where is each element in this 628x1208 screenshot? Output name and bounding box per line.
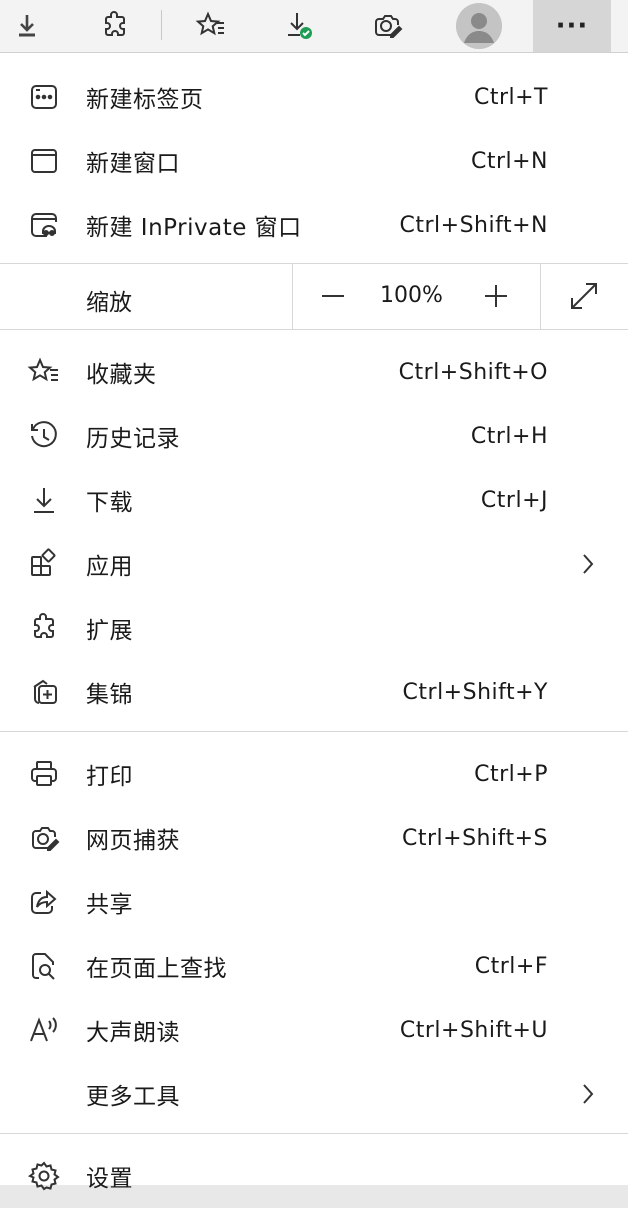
downloads-label: 下载 [86,490,133,516]
menu-item-apps[interactable]: 应用 [0,532,628,596]
fullscreen-button[interactable] [564,277,604,315]
plus-icon [485,285,507,307]
web-capture-label: 网页捕获 [86,828,180,854]
new-inprivate-shortcut: Ctrl+Shift+N [399,212,548,238]
history-label: 历史记录 [86,426,180,452]
more-options-button[interactable]: ··· [533,0,611,52]
find-shortcut: Ctrl+F [474,953,548,979]
read-aloud-shortcut: Ctrl+Shift+U [399,1017,548,1043]
menu-item-collections[interactable]: 集锦 Ctrl+Shift+Y [0,660,628,724]
gear-icon [24,1158,64,1194]
share-icon [24,884,64,920]
print-icon [24,756,64,792]
zoom-separator [292,263,293,329]
new-tab-label: 新建标签页 [86,87,204,113]
zoom-row: 缩放 100% [0,263,628,329]
extensions-icon[interactable] [92,4,138,46]
favorites-shortcut: Ctrl+Shift+O [398,359,548,385]
web-capture-icon[interactable] [364,4,410,46]
find-on-page-icon [24,948,64,984]
web-capture-icon [24,820,64,856]
chevron-right-icon [583,1084,594,1104]
settings-label: 设置 [86,1166,133,1192]
download-icon [24,482,64,518]
web-capture-shortcut: Ctrl+Shift+S [402,825,548,851]
extensions-icon [24,610,64,646]
menu-item-share[interactable]: 共享 [0,870,628,934]
menu-item-settings[interactable]: 设置 [0,1144,628,1208]
new-window-label: 新建窗口 [86,151,180,177]
menu-item-print[interactable]: 打印 Ctrl+P [0,742,628,806]
menu-item-read-aloud[interactable]: 大声朗读 Ctrl+Shift+U [0,998,628,1062]
download-arrow-icon[interactable] [4,4,50,46]
chevron-right-icon [583,554,594,574]
minus-icon [322,295,344,297]
zoom-value: 100% [380,283,443,308]
favorites-icon[interactable] [188,4,234,46]
new-inprivate-label: 新建 InPrivate 窗口 [86,215,302,241]
find-label: 在页面上查找 [86,956,227,982]
collections-icon [24,674,64,710]
toolbar-separator [161,10,162,40]
new-tab-icon [24,79,64,115]
favorites-icon [24,354,64,390]
collections-label: 集锦 [86,682,133,708]
menu-item-more-tools[interactable]: 更多工具 [0,1062,628,1126]
menu-item-downloads[interactable]: 下载 Ctrl+J [0,468,628,532]
browser-toolbar: ··· [0,0,628,52]
print-shortcut: Ctrl+P [474,761,548,787]
menu-item-web-capture[interactable]: 网页捕获 Ctrl+Shift+S [0,806,628,870]
downloads-complete-icon[interactable] [276,4,322,46]
zoom-in-button[interactable] [476,277,516,315]
menu-item-favorites[interactable]: 收藏夹 Ctrl+Shift+O [0,340,628,404]
zoom-label: 缩放 [86,290,132,316]
menu-item-new-tab[interactable]: 新建标签页 Ctrl+T [0,65,628,129]
apps-icon [24,546,64,582]
menu-item-history[interactable]: 历史记录 Ctrl+H [0,404,628,468]
read-aloud-icon [24,1012,64,1048]
extensions-label: 扩展 [86,618,133,644]
inprivate-icon [24,207,64,243]
collections-shortcut: Ctrl+Shift+Y [402,679,548,705]
new-window-icon [24,143,64,179]
history-icon [24,418,64,454]
menu-item-extensions[interactable]: 扩展 [0,596,628,660]
more-tools-label: 更多工具 [86,1084,180,1110]
history-shortcut: Ctrl+H [470,423,548,449]
profile-avatar[interactable] [456,3,502,49]
more-options-icon: ··· [555,11,589,41]
new-tab-shortcut: Ctrl+T [473,84,548,110]
menu-item-new-inprivate[interactable]: 新建 InPrivate 窗口 Ctrl+Shift+N [0,193,628,257]
menu-item-new-window[interactable]: 新建窗口 Ctrl+N [0,129,628,193]
zoom-separator-2 [540,263,541,329]
menu-divider [0,731,628,732]
menu-item-find[interactable]: 在页面上查找 Ctrl+F [0,934,628,998]
apps-label: 应用 [86,554,133,580]
settings-menu: 新建标签页 Ctrl+T 新建窗口 Ctrl+N 新建 InPrivate 窗口… [0,52,628,1192]
new-window-shortcut: Ctrl+N [470,148,548,174]
share-label: 共享 [86,892,133,918]
favorites-label: 收藏夹 [86,362,157,388]
read-aloud-label: 大声朗读 [86,1020,180,1046]
downloads-shortcut: Ctrl+J [480,487,548,513]
print-label: 打印 [86,764,133,790]
menu-divider [0,1133,628,1134]
fullscreen-icon [571,283,597,309]
menu-divider [0,329,628,330]
zoom-out-button[interactable] [313,277,353,315]
